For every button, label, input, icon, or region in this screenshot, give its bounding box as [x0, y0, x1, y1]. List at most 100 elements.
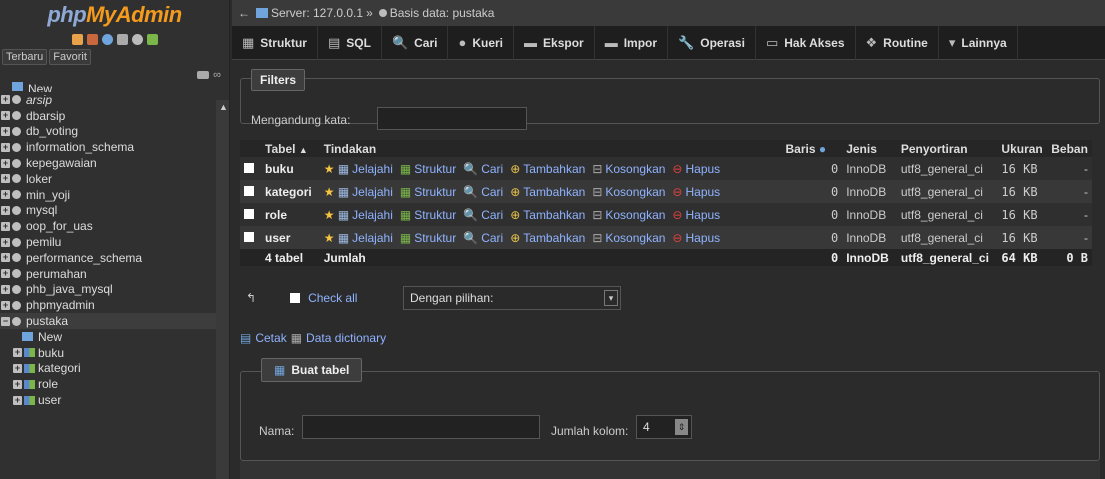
- sidebar-scrollbar[interactable]: ▲: [216, 100, 229, 479]
- print-link[interactable]: Cetak: [255, 331, 286, 345]
- docs-icon[interactable]: [116, 33, 128, 45]
- favorite-star-icon[interactable]: ★: [324, 231, 335, 245]
- header-ukuran[interactable]: Ukuran: [997, 140, 1048, 157]
- breadcrumb-database[interactable]: Basis data: pustaka: [390, 6, 495, 20]
- tree-item-kategori[interactable]: + kategori: [0, 361, 216, 377]
- stepper-icon[interactable]: ⇕: [675, 419, 688, 435]
- action-cari[interactable]: 🔍 Cari: [463, 162, 503, 176]
- row-ukuran[interactable]: 16 KB: [997, 226, 1048, 249]
- action-kosongkan[interactable]: ⊟ Kosongkan: [592, 162, 665, 176]
- action-kosongkan[interactable]: ⊟ Kosongkan: [592, 185, 665, 199]
- tree-item-role[interactable]: + role: [0, 376, 216, 392]
- with-selected-select[interactable]: Dengan pilihan: ▾: [403, 286, 621, 310]
- tree-item-performance-schema[interactable]: + performance_schema: [0, 250, 216, 266]
- tree-item-loker[interactable]: + loker: [0, 171, 216, 187]
- help-icon[interactable]: [101, 33, 113, 45]
- action-tambahkan[interactable]: ⊕ Tambahkan: [510, 208, 585, 222]
- expand-icon[interactable]: +: [1, 269, 10, 279]
- expand-icon[interactable]: +: [1, 190, 10, 200]
- expand-icon[interactable]: +: [13, 363, 22, 373]
- action-kosongkan[interactable]: ⊟ Kosongkan: [592, 231, 665, 245]
- row-checkbox[interactable]: [244, 185, 254, 196]
- help-icon[interactable]: ●: [819, 142, 826, 156]
- action-hapus[interactable]: ⊖ Hapus: [672, 231, 720, 245]
- header-tabel[interactable]: Tabel ▲: [261, 140, 320, 157]
- expand-icon[interactable]: +: [1, 174, 10, 184]
- tree-item-user[interactable]: + user: [0, 392, 216, 408]
- action-cari[interactable]: 🔍 Cari: [463, 208, 503, 222]
- tree-item-pustaka[interactable]: − pustaka: [0, 313, 216, 329]
- row-ukuran[interactable]: 16 KB: [997, 157, 1048, 180]
- menu-routine[interactable]: ❖ Routine: [856, 25, 939, 60]
- tree-item-new[interactable]: New: [0, 329, 216, 345]
- tree-item-information-schema[interactable]: + information_schema: [0, 139, 216, 155]
- menu-cari[interactable]: 🔍 Cari: [382, 25, 449, 60]
- menu-operasi[interactable]: 🔧 Operasi: [668, 25, 756, 60]
- expand-icon[interactable]: +: [1, 221, 10, 231]
- expand-icon[interactable]: +: [1, 158, 10, 168]
- row-checkbox[interactable]: [244, 208, 254, 219]
- action-jelajahi[interactable]: ▦ Jelajahi: [338, 185, 393, 199]
- favorite-star-icon[interactable]: ★: [324, 185, 335, 199]
- tree-item-mysql[interactable]: + mysql: [0, 203, 216, 219]
- tab-recent[interactable]: Terbaru: [2, 49, 48, 65]
- action-struktur[interactable]: ▦ Struktur: [400, 208, 456, 222]
- check-all-checkbox[interactable]: [290, 293, 301, 303]
- header-baris[interactable]: Baris ●: [781, 140, 843, 157]
- action-hapus[interactable]: ⊖ Hapus: [672, 185, 720, 199]
- tree-item-kepegawaian[interactable]: + kepegawaian: [0, 155, 216, 171]
- row-checkbox[interactable]: [244, 162, 254, 173]
- tree-item-arsip[interactable]: + arsip: [0, 92, 216, 108]
- expand-icon[interactable]: +: [13, 395, 22, 405]
- menu-impor[interactable]: ▬ Impor: [595, 25, 669, 60]
- link-with-main-icon[interactable]: ∞: [213, 69, 221, 81]
- menu-kueri[interactable]: ● Kueri: [448, 25, 515, 60]
- settings-gear-icon[interactable]: [131, 33, 143, 45]
- action-struktur[interactable]: ▦ Struktur: [400, 231, 456, 245]
- expand-icon[interactable]: +: [1, 126, 10, 136]
- tree-item-new[interactable]: New: [0, 82, 216, 92]
- tab-favorite[interactable]: Favorit: [49, 49, 91, 65]
- action-cari[interactable]: 🔍 Cari: [463, 231, 503, 245]
- menu-lainnya[interactable]: ▾ Lainnya: [939, 25, 1018, 60]
- check-all-label[interactable]: Check all: [308, 291, 357, 305]
- header-jenis[interactable]: Jenis: [842, 140, 897, 157]
- header-beban[interactable]: Beban: [1047, 140, 1092, 157]
- menu-ekspor[interactable]: ▬ Ekspor: [514, 25, 595, 60]
- header-penyortiran[interactable]: Penyortiran: [896, 140, 998, 157]
- action-cari[interactable]: 🔍 Cari: [463, 185, 503, 199]
- exit-icon[interactable]: [86, 33, 98, 45]
- collapse-all-icon[interactable]: [197, 71, 210, 79]
- action-tambahkan[interactable]: ⊕ Tambahkan: [510, 162, 585, 176]
- expand-icon[interactable]: +: [1, 205, 10, 215]
- tree-item-phb-java-mysql[interactable]: + phb_java_mysql: [0, 282, 216, 298]
- action-kosongkan[interactable]: ⊟ Kosongkan: [592, 208, 665, 222]
- action-tambahkan[interactable]: ⊕ Tambahkan: [510, 231, 585, 245]
- table-name-link[interactable]: buku: [265, 162, 294, 176]
- action-struktur[interactable]: ▦ Struktur: [400, 162, 456, 176]
- data-dictionary-link[interactable]: Data dictionary: [306, 331, 386, 345]
- breadcrumb-server[interactable]: Server: 127.0.0.1: [271, 6, 363, 20]
- expand-icon[interactable]: +: [1, 284, 10, 294]
- table-name-input[interactable]: [302, 415, 540, 439]
- expand-icon[interactable]: +: [1, 237, 10, 247]
- action-jelajahi[interactable]: ▦ Jelajahi: [338, 162, 393, 176]
- expand-icon[interactable]: +: [13, 348, 22, 358]
- action-tambahkan[interactable]: ⊕ Tambahkan: [510, 185, 585, 199]
- tree-item-perumahan[interactable]: + perumahan: [0, 266, 216, 282]
- row-checkbox[interactable]: [244, 231, 254, 242]
- action-struktur[interactable]: ▦ Struktur: [400, 185, 456, 199]
- tree-item-pemilu[interactable]: + pemilu: [0, 234, 216, 250]
- menu-hak-akses[interactable]: ▭ Hak Akses: [756, 25, 856, 60]
- favorite-star-icon[interactable]: ★: [324, 208, 335, 222]
- menu-struktur[interactable]: ▦ Struktur: [232, 25, 318, 60]
- action-jelajahi[interactable]: ▦ Jelajahi: [338, 208, 393, 222]
- tree-item-oop-for-uas[interactable]: + oop_for_uas: [0, 218, 216, 234]
- action-hapus[interactable]: ⊖ Hapus: [672, 208, 720, 222]
- expand-icon[interactable]: +: [13, 379, 22, 389]
- expand-icon[interactable]: +: [1, 300, 10, 310]
- row-ukuran[interactable]: 16 KB: [997, 203, 1048, 226]
- expand-icon[interactable]: −: [1, 316, 10, 326]
- table-name-link[interactable]: role: [265, 208, 287, 222]
- tree-item-db-voting[interactable]: + db_voting: [0, 124, 216, 140]
